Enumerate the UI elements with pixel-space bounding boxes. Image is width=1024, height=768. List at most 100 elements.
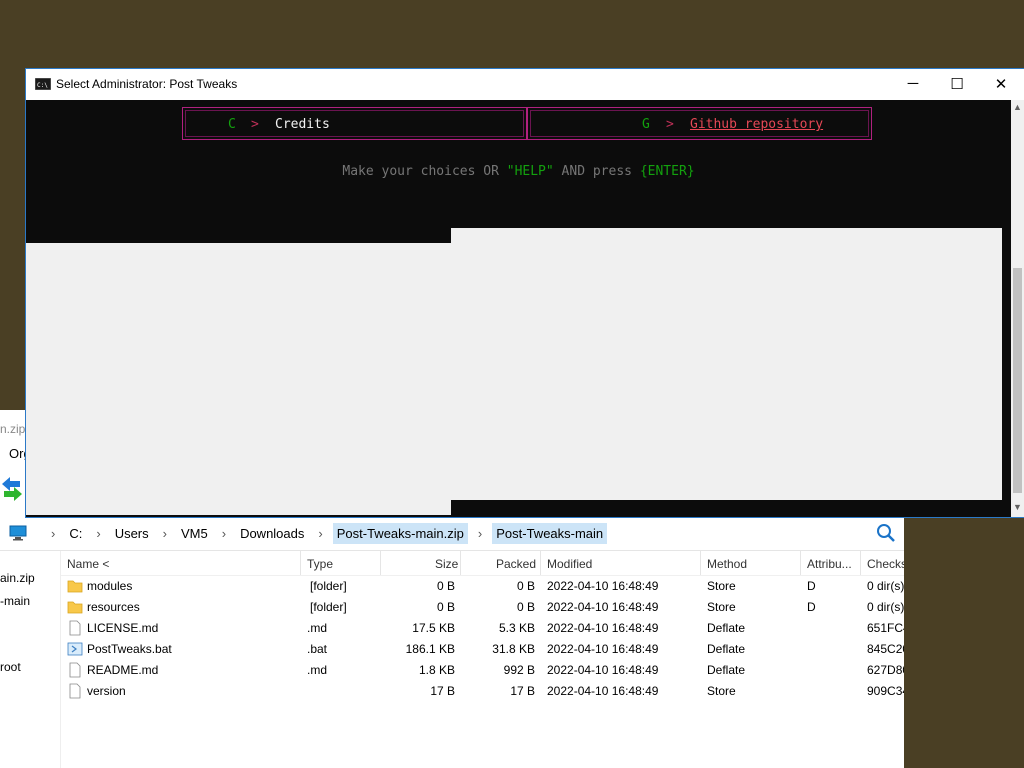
file-type: .md: [307, 663, 328, 677]
file-icon: [69, 683, 81, 699]
file-checksum: 0 dir(s),: [867, 600, 904, 614]
menu-key: G: [642, 117, 650, 132]
file-name: resources: [87, 600, 140, 614]
breadcrumb-separator[interactable]: ›: [41, 526, 65, 541]
file-attributes: D: [807, 600, 816, 614]
file-checksum: 845C20: [867, 642, 904, 656]
console-prompt: Make your choices OR "HELP" AND press {E…: [342, 164, 695, 179]
column-size[interactable]: Size: [435, 557, 458, 571]
breadcrumb-c-drive[interactable]: C:: [65, 523, 86, 544]
maximize-button[interactable]: ☐: [934, 69, 980, 100]
batch-file-icon: [67, 642, 83, 656]
breadcrumb-separator[interactable]: ›: [153, 526, 177, 541]
column-type[interactable]: Type: [307, 557, 333, 571]
file-modified: 2022-04-10 16:48:49: [547, 600, 659, 614]
this-pc-icon[interactable]: [9, 525, 27, 541]
address-bar[interactable]: › C: › Users › VM5 › Downloads › Post-Tw…: [0, 516, 904, 551]
console-scrollbar[interactable]: ▲ ▼: [1011, 100, 1024, 517]
unpainted-region: [451, 228, 1002, 500]
table-row[interactable]: LICENSE.md .md 17.5 KB 5.3 KB 2022-04-10…: [61, 618, 904, 639]
file-icon: [69, 620, 81, 636]
github-repository-link[interactable]: Github repository: [690, 117, 823, 132]
sort-indicator: <: [102, 557, 110, 571]
file-method: Store: [707, 600, 736, 614]
table-row[interactable]: PostTweaks.bat .bat 186.1 KB 31.8 KB 202…: [61, 639, 904, 660]
breadcrumb-downloads[interactable]: Downloads: [236, 523, 308, 544]
column-attributes[interactable]: Attribu...: [807, 557, 852, 571]
file-size: 0 B: [436, 579, 455, 593]
column-name[interactable]: Name <: [67, 557, 109, 571]
file-attributes: D: [807, 579, 816, 593]
file-method: Deflate: [707, 621, 746, 635]
svg-text:C:\: C:\: [37, 82, 48, 89]
file-type: [folder]: [310, 600, 347, 614]
scrollbar-thumb[interactable]: [1013, 268, 1022, 493]
breadcrumb-vm5[interactable]: VM5: [177, 523, 212, 544]
table-row[interactable]: resources [folder] 0 B 0 B 2022-04-10 16…: [61, 597, 904, 618]
file-size: 17.5 KB: [412, 621, 455, 635]
sync-arrows-icon[interactable]: [0, 472, 24, 504]
table-row[interactable]: README.md .md 1.8 KB 992 B 2022-04-10 16…: [61, 660, 904, 681]
scroll-down-arrow-icon[interactable]: ▼: [1011, 502, 1024, 512]
file-method: Store: [707, 684, 736, 698]
column-modified[interactable]: Modified: [547, 557, 592, 571]
minimize-button[interactable]: ─: [890, 69, 936, 100]
console-title-bar[interactable]: C:\ Select Administrator: Post Tweaks ─ …: [26, 69, 1024, 100]
nav-item[interactable]: root: [0, 660, 21, 674]
file-checksum: 0 dir(s),: [867, 579, 904, 593]
menu-option-github[interactable]: G > Github repository: [527, 107, 872, 140]
file-checksum: 627D80: [867, 663, 904, 677]
folder-icon: [67, 580, 83, 593]
file-modified: 2022-04-10 16:48:49: [547, 684, 659, 698]
column-header-row: Name < Type Size Packed Modified Method …: [61, 551, 904, 576]
nav-item[interactable]: ain.zip: [0, 571, 35, 585]
close-button[interactable]: ✕: [978, 69, 1024, 100]
breadcrumb-folder[interactable]: Post-Tweaks-main: [492, 522, 608, 544]
menu-label: Credits: [275, 117, 330, 132]
file-modified: 2022-04-10 16:48:49: [547, 621, 659, 635]
console-app-icon: C:\: [35, 78, 51, 90]
explorer-title-fragment: n.zip: [0, 422, 26, 436]
file-modified: 2022-04-10 16:48:49: [547, 579, 659, 593]
file-packed: 31.8 KB: [492, 642, 535, 656]
breadcrumb-zip[interactable]: Post-Tweaks-main.zip: [332, 522, 468, 544]
file-name: README.md: [87, 663, 159, 677]
column-method[interactable]: Method: [707, 557, 747, 571]
file-method: Store: [707, 579, 736, 593]
nav-item[interactable]: -main: [0, 594, 30, 608]
console-window: C:\ Select Administrator: Post Tweaks ─ …: [26, 69, 1024, 517]
file-name: version: [87, 684, 126, 698]
file-method: Deflate: [707, 642, 746, 656]
navigation-pane: ain.zip -main root: [0, 551, 61, 768]
console-output[interactable]: C > Credits G > Github repository Make y…: [26, 100, 1011, 517]
column-packed[interactable]: Packed: [496, 557, 536, 571]
file-name: modules: [87, 579, 133, 593]
table-row[interactable]: modules [folder] 0 B 0 B 2022-04-10 16:4…: [61, 576, 904, 597]
breadcrumb-separator[interactable]: ›: [308, 526, 332, 541]
file-type: .md: [307, 621, 328, 635]
file-packed: 17 B: [510, 684, 535, 698]
file-modified: 2022-04-10 16:48:49: [547, 642, 659, 656]
file-name: PostTweaks.bat: [87, 642, 172, 656]
console-title: Select Administrator: Post Tweaks: [56, 77, 238, 91]
breadcrumb-separator[interactable]: ›: [212, 526, 236, 541]
table-row[interactable]: version 17 B 17 B 2022-04-10 16:48:49 St…: [61, 681, 904, 702]
breadcrumb-separator[interactable]: ›: [468, 526, 492, 541]
column-checksum[interactable]: Checks: [867, 557, 904, 571]
menu-arrow: >: [251, 117, 259, 132]
menu-arrow: >: [666, 117, 674, 132]
menu-option-credits[interactable]: C > Credits: [182, 107, 527, 140]
file-size: 1.8 KB: [418, 663, 455, 677]
file-size: 17 B: [430, 684, 455, 698]
scroll-up-arrow-icon[interactable]: ▲: [1011, 102, 1024, 112]
menu-key: C: [228, 117, 236, 132]
file-name: LICENSE.md: [87, 621, 159, 635]
file-type: [folder]: [310, 579, 347, 593]
file-packed: 5.3 KB: [498, 621, 535, 635]
search-icon[interactable]: [876, 523, 896, 543]
breadcrumb-separator[interactable]: ›: [86, 526, 110, 541]
file-size: 0 B: [436, 600, 455, 614]
file-icon: [69, 662, 81, 678]
file-type: .bat: [307, 642, 328, 656]
breadcrumb-users[interactable]: Users: [111, 523, 153, 544]
